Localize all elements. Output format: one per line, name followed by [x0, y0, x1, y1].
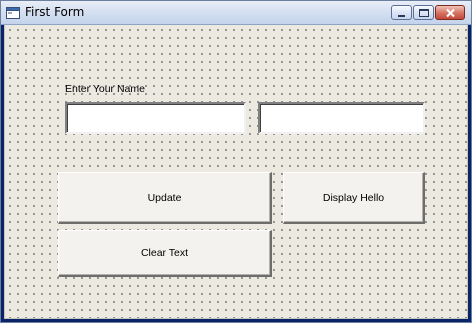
close-icon [446, 8, 455, 18]
maximize-button[interactable] [413, 5, 434, 20]
window-title: First Form [25, 5, 85, 19]
name-input[interactable] [65, 102, 246, 134]
minimize-button[interactable] [391, 5, 412, 20]
clear-text-button[interactable]: Clear Text [58, 230, 272, 277]
title-bar[interactable]: First Form [1, 1, 471, 25]
form-window-icon[interactable] [6, 6, 20, 19]
close-button[interactable] [435, 5, 465, 20]
minimize-icon [398, 15, 405, 17]
form-design-surface: Enter Your Name Update Display Hello Cle… [4, 25, 468, 319]
maximize-icon [419, 9, 429, 17]
update-button[interactable]: Update [58, 172, 272, 224]
form-window: First Form Enter Your Name Update Displa… [0, 0, 472, 323]
display-hello-button[interactable]: Display Hello [283, 172, 425, 224]
name-label: Enter Your Name [65, 83, 145, 95]
second-text-input[interactable] [258, 102, 425, 134]
